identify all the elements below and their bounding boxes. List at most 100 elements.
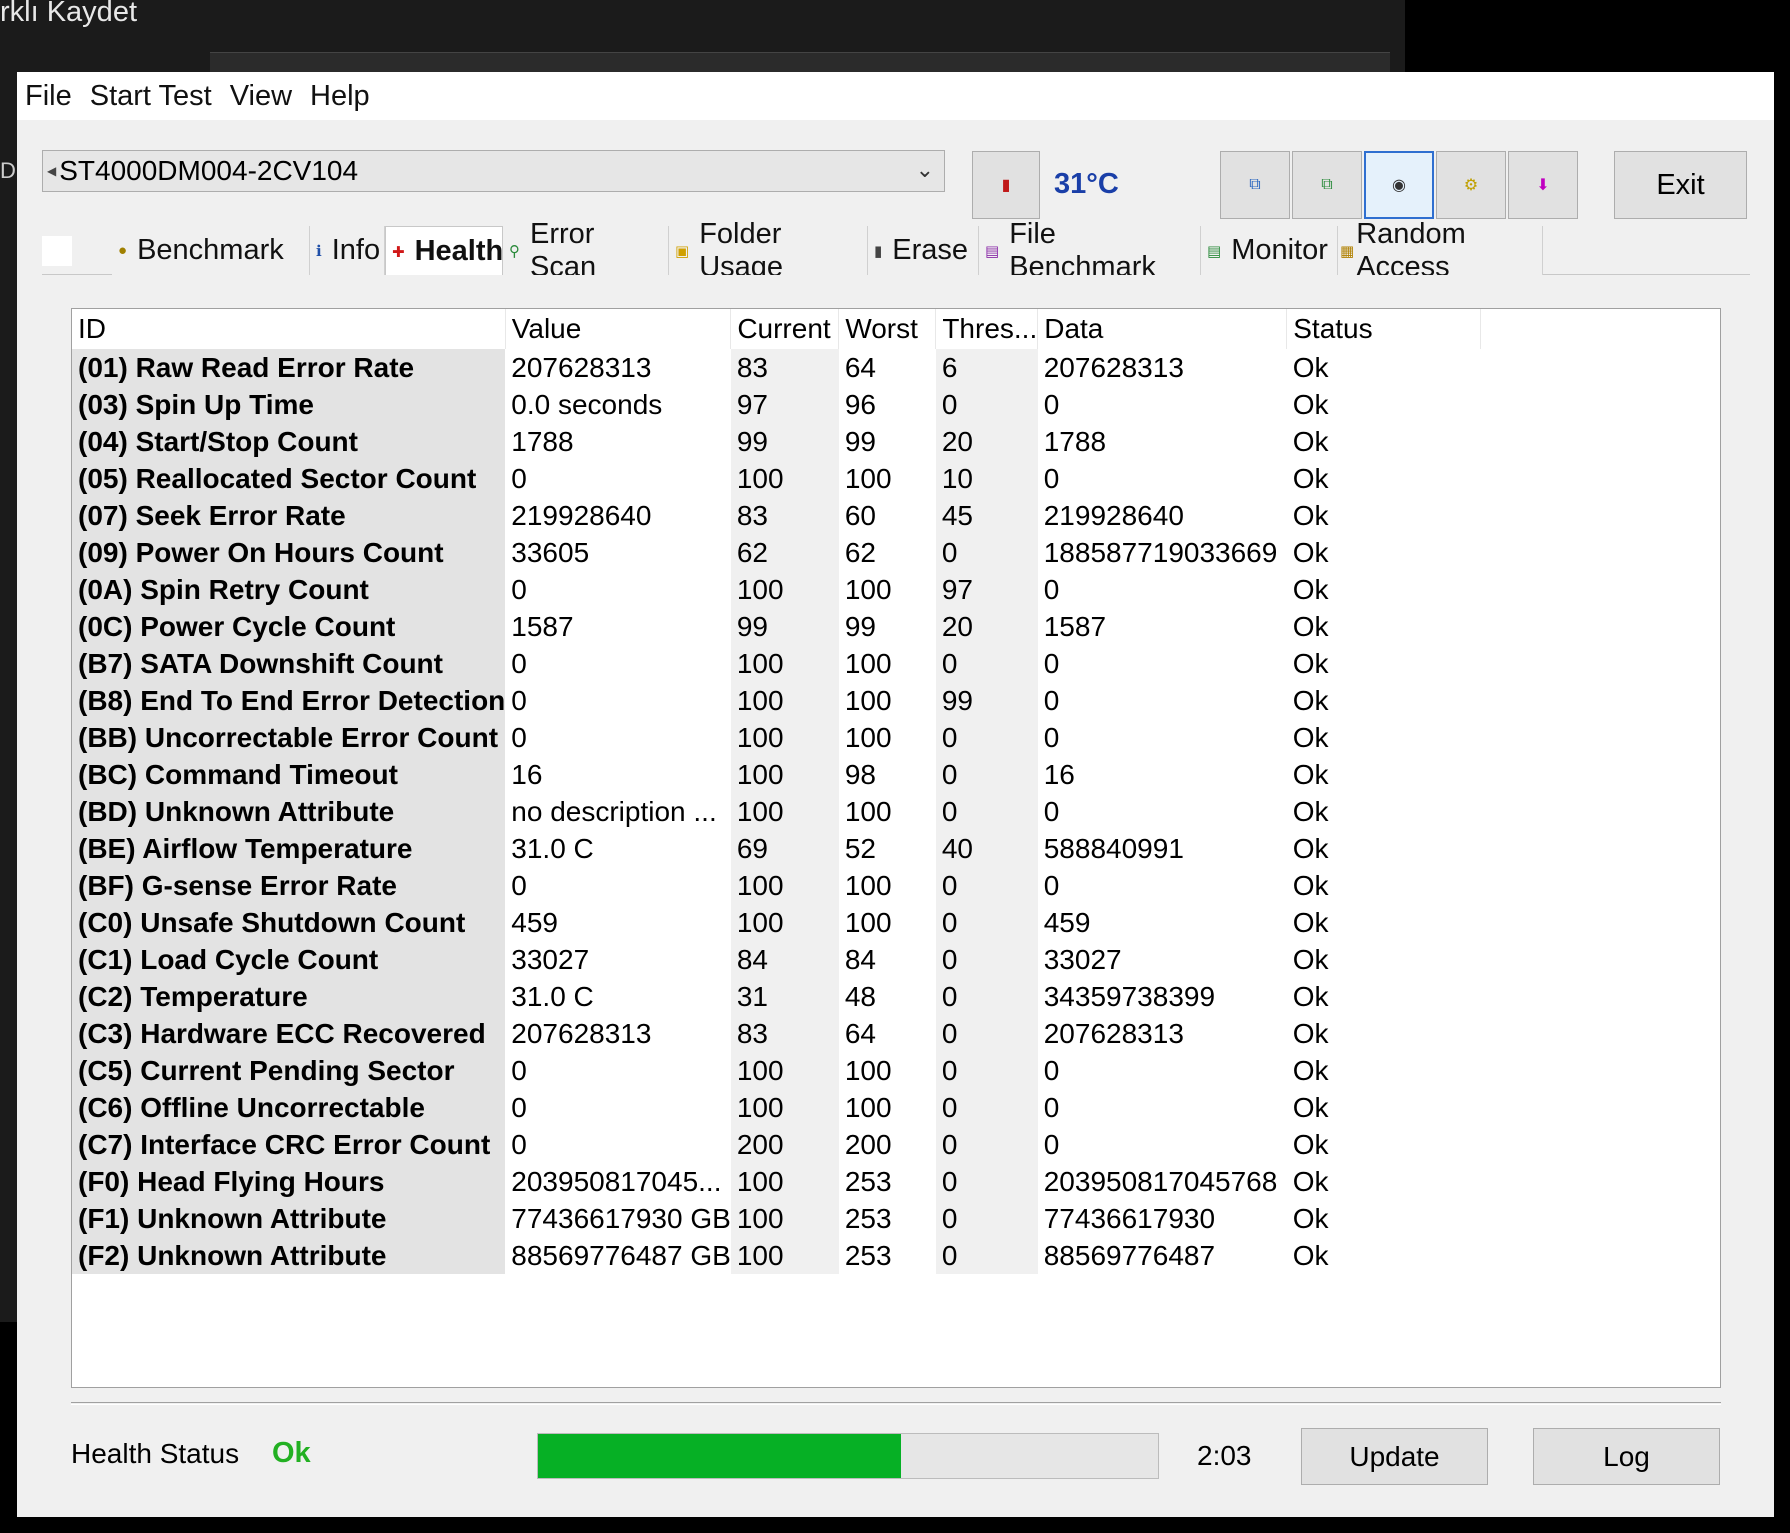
attribute-current: 83	[730, 349, 839, 386]
column-header-value[interactable]: Value	[505, 309, 732, 349]
table-row[interactable]: (C0) Unsafe Shutdown Count 459 100 100 0 459 O…	[72, 904, 1481, 941]
column-header-threshold[interactable]: Thres...	[935, 309, 1039, 349]
table-row[interactable]: (BB) Uncorrectable Error Count 0 100 100 0 0 O…	[72, 719, 1481, 756]
column-header-status[interactable]: Status	[1286, 309, 1482, 349]
attribute-threshold: 0	[935, 1200, 1038, 1237]
attribute-id: (BD) Unknown Attribute	[72, 793, 506, 830]
attribute-threshold: 0	[935, 941, 1038, 978]
save-button[interactable]: ⬇	[1508, 151, 1578, 219]
attribute-status: Ok	[1286, 719, 1481, 756]
menu-start-test[interactable]: Start Test	[88, 80, 214, 113]
attribute-value: 203950817045...	[505, 1163, 731, 1200]
column-header-data[interactable]: Data	[1037, 309, 1288, 349]
table-row[interactable]: (B8) End To End Error Detection 0 100 100 99…	[72, 682, 1481, 719]
attribute-value: 459	[505, 904, 731, 941]
attribute-threshold: 0	[935, 719, 1038, 756]
attribute-worst: 60	[838, 497, 936, 534]
tab-error-scan[interactable]: ⚲ Error Scan	[503, 218, 669, 283]
table-row[interactable]: (04) Start/Stop Count 1788 99 99 20 1788 Ok	[72, 423, 1481, 460]
attribute-value: 207628313	[505, 349, 731, 386]
attribute-id: (03) Spin Up Time	[72, 386, 506, 423]
table-row[interactable]: (BE) Airflow Temperature 31.0 C 69 52 40 5888…	[72, 830, 1481, 867]
copy-text-button[interactable]: ⧉	[1220, 151, 1290, 219]
table-row[interactable]: (C5) Current Pending Sector 0 100 100 0 0 Ok	[72, 1052, 1481, 1089]
attribute-threshold: 20	[935, 608, 1038, 645]
table-row[interactable]: (BD) Unknown Attribute no description ...…	[72, 793, 1481, 830]
attribute-threshold: 0	[935, 386, 1038, 423]
attribute-current: 100	[730, 1052, 839, 1089]
attribute-value: 0	[505, 460, 731, 497]
attribute-id: (C1) Load Cycle Count	[72, 941, 506, 978]
temperature-button[interactable]: ▮	[972, 151, 1040, 219]
chevron-down-icon[interactable]: ⌄	[916, 157, 934, 183]
attribute-data: 1587	[1037, 608, 1287, 645]
tab-health[interactable]: ✚ Health	[385, 226, 503, 276]
table-row[interactable]: (05) Reallocated Sector Count 0 100 100 10 0 O…	[72, 460, 1481, 497]
log-button[interactable]: Log	[1533, 1428, 1720, 1485]
attribute-id: (0A) Spin Retry Count	[72, 571, 506, 608]
table-row[interactable]: (F1) Unknown Attribute 77436617930 GB 100 2…	[72, 1200, 1481, 1237]
tab-erase[interactable]: ▮ Erase	[868, 226, 979, 275]
attribute-current: 83	[730, 497, 839, 534]
drive-dropdown[interactable]: ◀ ST4000DM004-2CV104 ⌄	[42, 150, 945, 192]
attribute-threshold: 0	[935, 1163, 1038, 1200]
table-row[interactable]: (C7) Interface CRC Error Count 0 200 200 0 0 O…	[72, 1126, 1481, 1163]
table-row[interactable]: (BC) Command Timeout 16 100 98 0 16 Ok	[72, 756, 1481, 793]
options-button[interactable]: ⚙	[1436, 151, 1506, 219]
menu-file[interactable]: File	[23, 80, 74, 113]
copy-image-button[interactable]: ⧉	[1292, 151, 1362, 219]
tab-random-access[interactable]: ▦ Random Access	[1338, 218, 1543, 283]
attribute-id: (05) Reallocated Sector Count	[72, 460, 506, 497]
attribute-status: Ok	[1286, 386, 1481, 423]
table-row[interactable]: (C2) Temperature 31.0 C 31 48 0 34359738399 Ok	[72, 978, 1481, 1015]
attribute-value: 219928640	[505, 497, 731, 534]
tab-file-benchmark[interactable]: ▤ File Benchmark	[979, 218, 1201, 283]
table-row[interactable]: (C3) Hardware ECC Recovered 207628313 83 64…	[72, 1015, 1481, 1052]
attribute-data: 77436617930	[1037, 1200, 1287, 1237]
attribute-current: 100	[730, 460, 839, 497]
trash-icon: ▮	[874, 242, 883, 260]
table-row[interactable]: (03) Spin Up Time 0.0 seconds 97 96 0 0 Ok	[72, 386, 1481, 423]
table-row[interactable]: (01) Raw Read Error Rate 207628313 83 64 6 20…	[72, 349, 1481, 386]
tab-info[interactable]: ℹ Info	[310, 226, 385, 275]
table-row[interactable]: (C6) Offline Uncorrectable 0 100 100 0 0 Ok	[72, 1089, 1481, 1126]
table-row[interactable]: (F2) Unknown Attribute 88569776487 GB 100 2…	[72, 1237, 1481, 1274]
table-row[interactable]: (BF) G-sense Error Rate 0 100 100 0 0 Ok	[72, 867, 1481, 904]
table-row[interactable]: (0A) Spin Retry Count 0 100 100 97 0 Ok	[72, 571, 1481, 608]
column-header-worst[interactable]: Worst	[838, 309, 937, 349]
background-edge-glyph: D	[0, 158, 16, 183]
table-row[interactable]: (B7) SATA Downshift Count 0 100 100 0 0 Ok	[72, 645, 1481, 682]
table-row[interactable]: (0C) Power Cycle Count 1587 99 99 20 1587 Ok	[72, 608, 1481, 645]
smart-table: ID Value Current Worst Thres... Data Sta…	[72, 309, 1482, 1274]
table-row[interactable]: (07) Seek Error Rate 219928640 83 60 45 21992…	[72, 497, 1481, 534]
attribute-threshold: 0	[935, 534, 1038, 571]
exit-button[interactable]: Exit	[1614, 151, 1747, 219]
tab-folder-usage[interactable]: ▣ Folder Usage	[669, 218, 868, 283]
screenshot-button[interactable]: ◉	[1364, 151, 1434, 219]
tab-monitor[interactable]: ▤ Monitor	[1201, 226, 1338, 275]
attribute-worst: 253	[838, 1163, 936, 1200]
attribute-current: 69	[730, 830, 839, 867]
attribute-status: Ok	[1286, 571, 1481, 608]
table-row[interactable]: (F0) Head Flying Hours 203950817045... 100…	[72, 1163, 1481, 1200]
smart-attributes-list[interactable]: ID Value Current Worst Thres... Data Sta…	[71, 308, 1721, 1388]
menu-help[interactable]: Help	[308, 80, 372, 113]
column-header-id[interactable]: ID	[72, 309, 506, 349]
attribute-id: (C7) Interface CRC Error Count	[72, 1126, 506, 1163]
attribute-current: 100	[730, 867, 839, 904]
menu-bar: File Start Test View Help	[17, 72, 1774, 120]
tab-benchmark[interactable]: ● Benchmark	[112, 226, 310, 275]
attribute-threshold: 0	[935, 978, 1038, 1015]
attribute-status: Ok	[1286, 1089, 1481, 1126]
attribute-id: (F2) Unknown Attribute	[72, 1237, 506, 1274]
background-window-title: rklı Kaydet	[0, 0, 137, 28]
table-row[interactable]: (C1) Load Cycle Count 33027 84 84 0 33027 Ok	[72, 941, 1481, 978]
column-header-current[interactable]: Current	[730, 309, 840, 349]
update-button[interactable]: Update	[1301, 1428, 1488, 1485]
table-row[interactable]: (09) Power On Hours Count 33605 62 62 0 18858…	[72, 534, 1481, 571]
attribute-worst: 100	[838, 867, 936, 904]
menu-view[interactable]: View	[228, 80, 294, 113]
attribute-worst: 100	[838, 719, 936, 756]
attribute-value: 77436617930 GB	[505, 1200, 731, 1237]
attribute-value: no description ...	[505, 793, 731, 830]
